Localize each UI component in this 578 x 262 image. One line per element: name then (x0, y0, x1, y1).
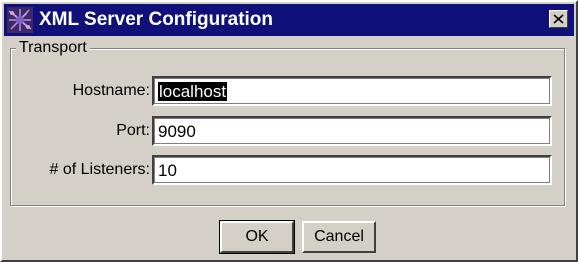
xml-network-icon (7, 7, 33, 33)
window-title: XML Server Configuration (39, 9, 274, 30)
transport-group-label: Transport (16, 39, 90, 57)
port-field[interactable]: 9090 (152, 116, 552, 146)
port-row: Port: 9090 (2, 116, 576, 148)
listeners-row: # of Listeners: 10 (2, 155, 576, 187)
cancel-button[interactable]: Cancel (302, 221, 376, 253)
ok-button[interactable]: OK (219, 220, 295, 254)
hostname-field[interactable]: localhost (152, 76, 552, 106)
hostname-value: localhost (158, 82, 228, 101)
hostname-row: Hostname: localhost (2, 76, 576, 108)
hostname-label: Hostname: (72, 82, 150, 99)
port-label: Port: (116, 122, 150, 139)
close-icon (553, 14, 564, 24)
xml-server-configuration-dialog: XML Server Configuration Transport Hostn… (0, 0, 578, 262)
listeners-field[interactable]: 10 (152, 155, 552, 185)
title-bar[interactable]: XML Server Configuration (4, 4, 574, 36)
close-button[interactable] (549, 10, 568, 28)
listeners-label: # of Listeners: (49, 161, 151, 178)
